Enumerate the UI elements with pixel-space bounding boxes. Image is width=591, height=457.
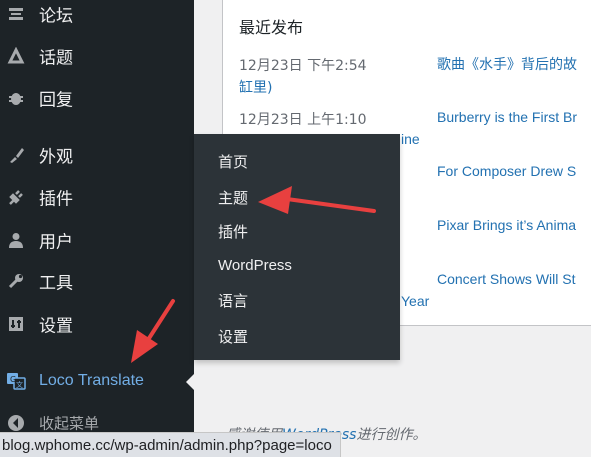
post-date: 12月23日 下午2:54 <box>239 58 367 74</box>
sidebar-item-label: 用户 <box>39 232 73 253</box>
sidebar-item-label: 工具 <box>39 273 73 294</box>
post-link[interactable]: For Composer Drew S <box>437 163 576 179</box>
sidebar-item-settings[interactable]: 设置 <box>0 305 194 343</box>
tools-wrench-icon <box>6 271 26 291</box>
sidebar-item-label: 回复 <box>39 90 73 111</box>
sidebar-item-label: 设置 <box>39 316 73 337</box>
sidebar-item-label: 外观 <box>39 147 73 168</box>
sidebar-item-loco-translate[interactable]: G文 Loco Translate <box>0 362 194 400</box>
sidebar-item-replies[interactable]: 回复 <box>0 79 194 117</box>
sidebar-item-forums[interactable]: 论坛 <box>0 0 194 33</box>
sidebar-item-label: 收起菜单 <box>39 414 100 433</box>
sidebar-item-label: 论坛 <box>39 6 73 27</box>
sidebar-item-label: Loco Translate <box>39 372 144 389</box>
replies-icon <box>6 88 26 108</box>
loco-translate-icon: G文 <box>6 371 26 391</box>
plugins-icon <box>6 187 26 207</box>
topics-icon <box>6 46 26 66</box>
widget-title: 最近发布 <box>239 18 304 37</box>
sidebar-item-users[interactable]: 用户 <box>0 221 194 259</box>
sidebar-item-appearance[interactable]: 外观 <box>0 136 194 174</box>
post-link[interactable]: Pixar Brings it’s Anima <box>437 217 576 233</box>
status-url: blog.wphome.cc/wp-admin/admin.php?page=l… <box>2 436 332 454</box>
sidebar-item-topics[interactable]: 话题 <box>0 37 194 75</box>
post-link[interactable]: Burberry is the First Br <box>437 109 577 125</box>
collapse-menu-icon <box>6 413 26 433</box>
submenu-item-home[interactable]: 首页 <box>218 151 248 172</box>
submenu-item-settings[interactable]: 设置 <box>218 326 248 347</box>
footer-suffix: 进行创作。 <box>356 427 427 443</box>
settings-icon <box>6 314 26 334</box>
users-icon <box>6 230 26 250</box>
sidebar-item-label: 话题 <box>39 48 73 69</box>
post-link-wrapped[interactable]: ine <box>401 131 420 147</box>
svg-text:文: 文 <box>16 380 23 389</box>
post-link[interactable]: 歌曲《水手》背后的故 <box>437 54 577 74</box>
post-link-wrapped[interactable]: 缸里) <box>239 77 272 97</box>
appearance-submenu-flyout: 首页 主题 插件 WordPress 语言 设置 <box>194 134 400 360</box>
submenu-item-languages[interactable]: 语言 <box>218 290 248 311</box>
sidebar-item-tools[interactable]: 工具 <box>0 262 194 300</box>
admin-sidebar: 论坛 话题 回复 外观 插件 用户 工具 设置 G 文 Loco Transla… <box>0 0 194 457</box>
browser-status-bar: blog.wphome.cc/wp-admin/admin.php?page=l… <box>0 432 341 457</box>
post-link-wrapped[interactable]: Year <box>401 293 429 309</box>
post-date: 12月23日 上午1:10 <box>239 112 367 128</box>
submenu-item-themes[interactable]: 主题 <box>218 187 248 208</box>
appearance-brush-icon <box>6 145 26 165</box>
post-link[interactable]: Concert Shows Will St <box>437 271 575 287</box>
current-item-pointer <box>186 373 195 391</box>
submenu-item-plugins[interactable]: 插件 <box>218 221 248 242</box>
sidebar-item-plugins[interactable]: 插件 <box>0 178 194 216</box>
sidebar-item-label: 插件 <box>39 189 73 210</box>
submenu-item-wordpress[interactable]: WordPress <box>218 257 292 274</box>
forums-icon <box>6 4 26 24</box>
